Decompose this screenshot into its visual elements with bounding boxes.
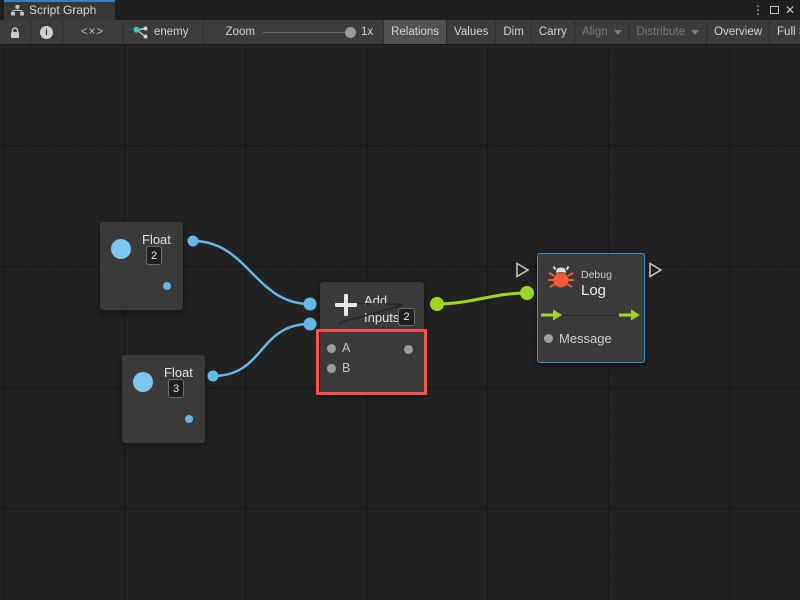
node-group-label: Debug (581, 269, 612, 281)
values-button[interactable]: Values (446, 20, 495, 44)
maximize-glyph (770, 6, 779, 14)
flow-input-arrow-icon[interactable] (541, 309, 562, 321)
full-screen-button[interactable]: Full Screen (769, 20, 800, 44)
bug-icon (547, 263, 575, 291)
zoom-slider[interactable] (263, 32, 353, 33)
float-node-b[interactable]: Float 3 (122, 355, 205, 443)
graph-node-icon (133, 26, 148, 39)
node-title: Float (164, 365, 193, 380)
tab-script-graph[interactable]: Script Graph (4, 0, 115, 20)
close-icon[interactable]: ✕ (782, 0, 798, 20)
float-value-field[interactable]: 3 (168, 379, 184, 398)
message-input-port[interactable] (544, 334, 553, 343)
message-label: Message (559, 331, 612, 346)
chevron-down-icon (614, 30, 622, 35)
carry-button[interactable]: Carry (531, 20, 574, 44)
graph-toolbar: i <×> enemy Zoom 1x Relations Values Dim (0, 20, 800, 45)
dim-button[interactable]: Dim (495, 20, 530, 44)
info-icon: i (40, 26, 53, 39)
float-value-field[interactable]: 2 (146, 246, 162, 265)
graph-name-label: enemy (154, 26, 189, 38)
zoom-control: Zoom 1x (204, 20, 384, 44)
plus-icon (333, 292, 359, 318)
node-title: Log (581, 282, 606, 299)
script-graph-window: Script Graph ⋮ ✕ i <×> (0, 0, 800, 600)
float-type-icon (133, 372, 153, 392)
info-button[interactable]: i (31, 20, 63, 44)
code-icon: <×> (81, 26, 104, 38)
debug-log-node[interactable]: Debug Log Message (537, 253, 645, 363)
flow-relation-line (562, 315, 620, 316)
lock-button[interactable] (0, 20, 31, 44)
tab-accent-stripe (4, 0, 115, 2)
inputs-count-field[interactable]: 2 (398, 308, 415, 326)
zoom-slider-handle[interactable] (345, 27, 356, 38)
window-menu-icon[interactable]: ⋮ (750, 0, 766, 20)
tab-title: Script Graph (29, 3, 96, 17)
window-controls: ⋮ ✕ (750, 0, 798, 20)
node-title: Float (142, 232, 171, 247)
relations-button[interactable]: Relations (383, 20, 446, 44)
flow-output-arrow-icon[interactable] (619, 309, 640, 321)
sitemap-icon (11, 5, 24, 16)
title-bar: Script Graph ⋮ ✕ (0, 0, 800, 20)
maximize-icon[interactable] (766, 0, 782, 20)
node-title: Add (364, 293, 387, 308)
overview-button[interactable]: Overview (706, 20, 769, 44)
toolbar-buttons: Relations Values Dim Carry Align Distrib… (383, 20, 800, 44)
graph-canvas[interactable]: Float 2 Float 3 Add Inputs 2 A B (0, 45, 800, 600)
zoom-label: Zoom (226, 26, 255, 38)
red-highlight-box (316, 329, 427, 395)
inputs-label: Inputs (364, 310, 399, 325)
align-dropdown[interactable]: Align (574, 20, 629, 44)
lock-icon (9, 26, 21, 39)
output-port[interactable] (185, 415, 193, 423)
float-node-a[interactable]: Float 2 (100, 222, 183, 310)
output-port[interactable] (163, 282, 171, 290)
distribute-dropdown[interactable]: Distribute (629, 20, 707, 44)
zoom-value: 1x (361, 26, 373, 38)
code-view-button[interactable]: <×> (63, 20, 123, 44)
graph-reference[interactable]: enemy (123, 20, 204, 44)
chevron-down-icon (691, 30, 699, 35)
float-type-icon (111, 239, 131, 259)
